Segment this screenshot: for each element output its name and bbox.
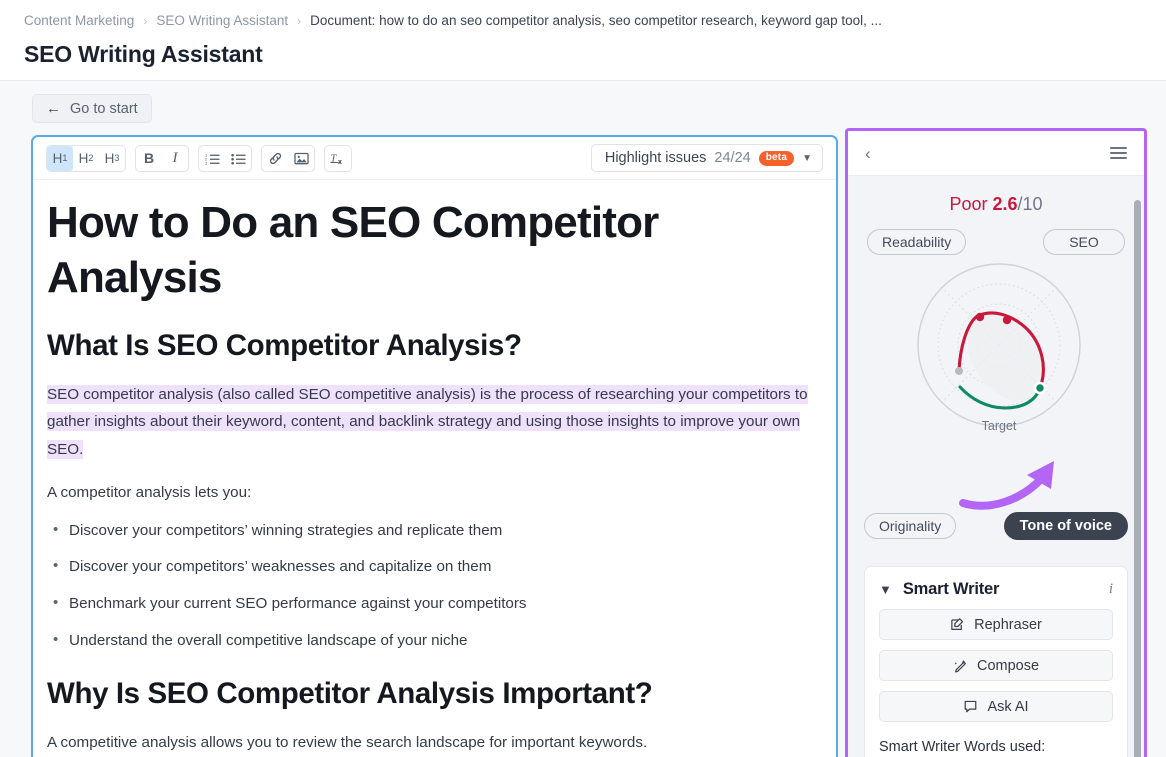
radar-point-readability: [975, 312, 985, 322]
link-icon: [269, 152, 281, 164]
page-title: SEO Writing Assistant: [24, 41, 263, 67]
italic-button[interactable]: I: [162, 146, 188, 171]
ordered-list-button[interactable]: 1 2 3: [199, 146, 225, 171]
overall-score: Poor 2.6/10: [864, 194, 1128, 215]
radar-chart: Target: [864, 257, 1134, 447]
highlight-issues-dropdown[interactable]: Highlight issues 24/24 beta ▼: [590, 144, 823, 172]
list-item: Discover your competitors’ weaknesses an…: [51, 555, 808, 579]
go-to-start-label: Go to start: [70, 100, 138, 117]
document-body[interactable]: How to Do an SEO Competitor Analysis Wha…: [33, 180, 836, 756]
seo-scoring-panel: ‹ Poor 2.6/10 Readability SEO Target Ori…: [845, 128, 1147, 757]
metric-pills-bottom: Originality Tone of voice: [864, 512, 1128, 540]
rephraser-button[interactable]: Rephraser: [879, 609, 1113, 640]
compose-label: Compose: [976, 657, 1040, 674]
clear-formatting-button[interactable]: T x: [325, 146, 351, 171]
smart-writer-title: Smart Writer: [902, 580, 1000, 598]
svg-text:x: x: [338, 159, 342, 166]
ask-ai-button[interactable]: Ask AI: [879, 691, 1113, 722]
h2-button[interactable]: H2: [73, 146, 99, 171]
document-h2-why-is: Why Is SEO Competitor Analysis Important…: [47, 676, 653, 710]
go-to-start-bar: ← Go to start: [0, 81, 1166, 123]
panel-body: Poor 2.6/10 Readability SEO Target Origi…: [848, 194, 1144, 757]
radar-point-seo: [1002, 315, 1012, 325]
go-to-start-button[interactable]: ← Go to start: [32, 94, 152, 123]
beta-badge: beta: [758, 150, 795, 166]
rephraser-icon: [951, 618, 964, 630]
list-item: Benchmark your current SEO performance a…: [51, 592, 808, 616]
breadcrumb: Content Marketing › SEO Writing Assistan…: [24, 11, 1142, 31]
chevron-down-icon[interactable]: ▼: [879, 582, 892, 597]
insert-group: [261, 144, 315, 172]
breadcrumb-item-document[interactable]: Document: how to do an seo competitor an…: [310, 11, 882, 31]
score-value: 2.6: [992, 194, 1018, 214]
h3-button[interactable]: H3: [99, 146, 125, 171]
score-label: Poor: [949, 194, 988, 214]
smart-writer-card: ▼ Smart Writer i Rephraser Compose Ask A…: [864, 566, 1128, 757]
seo-writing-assistant-page: Content Marketing › SEO Writing Assistan…: [0, 0, 1166, 757]
document-h2-what-is: What Is SEO Competitor Analysis?: [47, 329, 522, 363]
hamburger-icon[interactable]: [1110, 147, 1127, 159]
image-icon: [293, 152, 309, 164]
compose-button[interactable]: Compose: [879, 650, 1113, 681]
clear-formatting-icon: T x: [330, 153, 342, 166]
link-button[interactable]: [262, 146, 288, 171]
score-denominator: /10: [1017, 194, 1043, 214]
editor-toolbar: H1 H2 H3 B I 1 2 3 T x Highlight issues …: [33, 137, 836, 180]
radar-point-originality: [955, 367, 963, 375]
chevron-down-icon: ▼: [802, 152, 812, 164]
radar-area: [967, 313, 1045, 402]
metric-readability[interactable]: Readability: [867, 229, 967, 255]
compose-icon: [954, 660, 966, 673]
highlight-issues-wrap: Highlight issues 24/24 beta ▼: [590, 144, 823, 172]
closing-paragraph: A competitive analysis allows you to rev…: [47, 734, 648, 752]
list-item: Discover your competitors’ winning strat…: [51, 519, 808, 543]
metric-originality[interactable]: Originality: [864, 513, 957, 539]
text-style-group: B I: [135, 144, 189, 172]
intro-paragraph: A competitor analysis lets you:: [47, 483, 252, 501]
highlight-issues-count: 24/24: [714, 150, 751, 166]
info-icon[interactable]: i: [1109, 581, 1113, 598]
benefits-list: Discover your competitors’ winning strat…: [51, 519, 808, 653]
metric-seo[interactable]: SEO: [1043, 229, 1125, 255]
heading-group: H1 H2 H3: [46, 144, 126, 172]
breadcrumb-item-content-marketing[interactable]: Content Marketing: [24, 11, 134, 31]
bullet-list-button[interactable]: [225, 146, 251, 171]
smart-writer-header[interactable]: ▼ Smart Writer i: [879, 580, 1113, 599]
list-group: 1 2 3: [198, 144, 252, 172]
top-bar: Content Marketing › SEO Writing Assistan…: [0, 0, 1166, 81]
highlighted-text: SEO competitor analysis (also called SEO…: [47, 385, 808, 459]
breadcrumb-item-seo-writing-assistant[interactable]: SEO Writing Assistant: [156, 11, 288, 31]
panel-header: ‹: [848, 131, 1144, 176]
clear-format-group: T x: [324, 144, 352, 172]
breadcrumb-separator-icon: ›: [143, 14, 148, 28]
document-h1: How to Do an SEO Competitor Analysis: [47, 198, 659, 302]
back-arrow-icon: ←: [46, 100, 61, 117]
metric-pills-top: Readability SEO: [864, 229, 1128, 255]
metric-tone-of-voice[interactable]: Tone of voice: [1003, 512, 1128, 540]
ask-ai-label: Ask AI: [987, 698, 1029, 715]
svg-text:3: 3: [205, 160, 208, 165]
h1-button[interactable]: H1: [47, 145, 73, 171]
highlighted-paragraph: SEO competitor analysis (also called SEO…: [47, 381, 808, 462]
ordered-list-icon: 1 2 3: [205, 152, 219, 165]
rephraser-label: Rephraser: [974, 616, 1042, 633]
radar-target-label: Target: [981, 419, 1017, 433]
breadcrumb-separator-icon: ›: [297, 14, 302, 28]
collapse-panel-icon[interactable]: ‹: [865, 145, 871, 162]
panel-scrollbar[interactable]: [1134, 200, 1141, 757]
bold-button[interactable]: B: [136, 146, 162, 171]
words-used-label: Smart Writer Words used:: [879, 739, 1046, 755]
highlight-issues-label: Highlight issues: [604, 150, 707, 166]
bullet-list-icon: [230, 153, 245, 164]
list-item: Understand the overall competitive lands…: [51, 629, 808, 653]
document-editor[interactable]: H1 H2 H3 B I 1 2 3 T x Highlight issues …: [31, 135, 838, 757]
radar-point-tone: [1033, 381, 1047, 395]
ask-ai-icon: [965, 700, 977, 713]
image-button[interactable]: [288, 146, 314, 171]
